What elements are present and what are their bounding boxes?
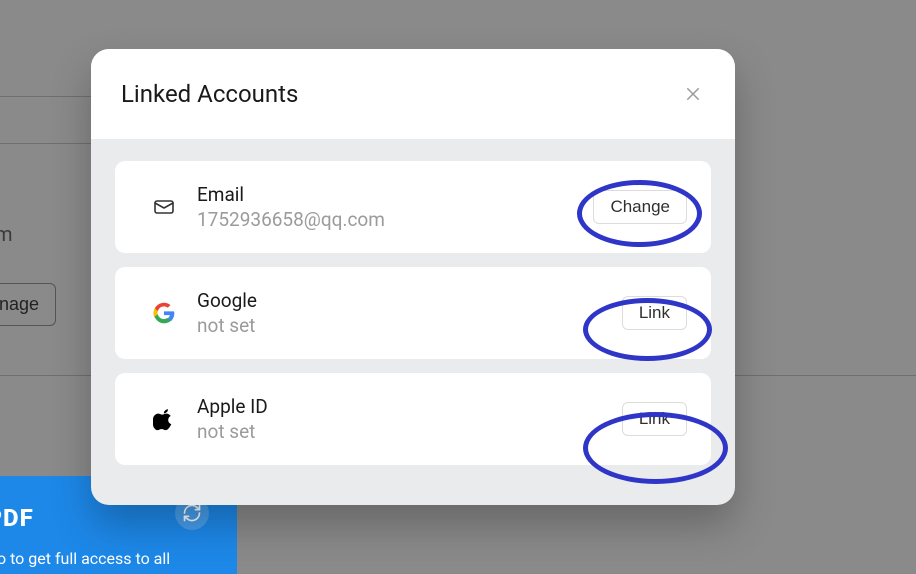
- account-row-email: Email 1752936658@qq.com Change: [115, 161, 711, 253]
- account-row-texts: Google not set: [197, 289, 622, 337]
- account-value: not set: [197, 420, 622, 443]
- account-label: Apple ID: [197, 395, 622, 418]
- modal-body: Email 1752936658@qq.com Change Google no…: [91, 139, 735, 487]
- promo-logo: JPDF: [0, 504, 34, 532]
- account-row-texts: Apple ID not set: [197, 395, 622, 443]
- modal-header: Linked Accounts: [91, 49, 735, 139]
- account-label: Google: [197, 289, 622, 312]
- account-row-texts: Email 1752936658@qq.com: [197, 183, 593, 231]
- close-button[interactable]: [681, 82, 705, 106]
- linked-accounts-modal: Linked Accounts Email 1752936658@qq.com …: [91, 49, 735, 505]
- account-value: not set: [197, 314, 622, 337]
- apple-icon: [145, 407, 183, 431]
- modal-title: Linked Accounts: [121, 80, 298, 108]
- link-apple-button[interactable]: Link: [622, 402, 687, 436]
- link-google-button[interactable]: Link: [622, 296, 687, 330]
- change-email-button[interactable]: Change: [593, 190, 687, 224]
- account-row-apple: Apple ID not set Link: [115, 373, 711, 465]
- account-value: 1752936658@qq.com: [197, 208, 593, 231]
- promo-text: o to get full access to all: [0, 549, 170, 568]
- email-icon: [145, 195, 183, 219]
- account-row-google: Google not set Link: [115, 267, 711, 359]
- close-icon: [684, 85, 702, 103]
- manage-button[interactable]: anage: [0, 283, 56, 326]
- bg-text-fragment: m: [0, 222, 13, 246]
- google-icon: [145, 302, 183, 324]
- account-label: Email: [197, 183, 593, 206]
